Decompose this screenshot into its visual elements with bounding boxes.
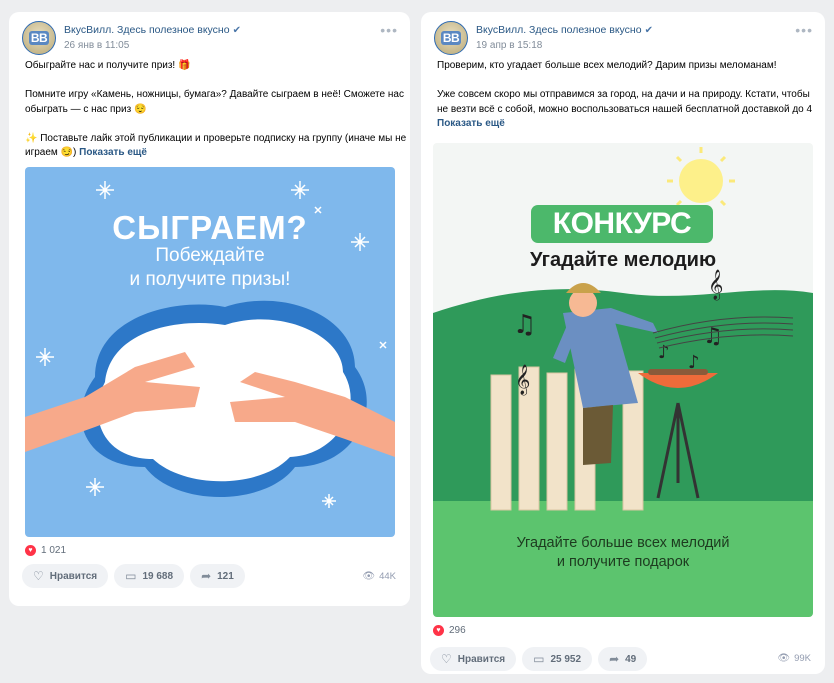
image-title: Угадайте мелодию [529,249,717,271]
text-line: Проверим, кто угадает больше всех мелоди… [437,60,777,71]
likes-summary[interactable]: ♥ 1 021 [25,545,66,556]
text-line: ✨ Поставьте лайк этой публикации и прове… [25,132,407,144]
image-headline: СЫГРАЕМ? [112,209,308,246]
game-illustration: СЫГРАЕМ? Побеждайте и получите призы! [25,167,395,537]
like-label: Нравится [49,570,98,582]
post-header: ВВ ВкусВилл. Здесь полезное вкусно ✔ 26 я… [22,21,398,57]
post-text: Проверим, кто угадает больше всех мелоди… [437,59,812,132]
avatar-logo-text: ВВ [28,31,50,45]
views-count: 44K [379,571,396,582]
comment-button[interactable]: ▭ 25 952 [522,647,593,671]
post-text: Обыграйте нас и получите приз! 🎁 Помните… [25,59,406,161]
share-icon: ➦ [609,652,620,666]
post-card-2: ВВ ВкусВилл. Здесь полезное вкусно ✔ 19 а… [421,12,825,674]
comment-icon: ▭ [125,569,137,583]
comment-icon: ▭ [533,652,545,666]
share-icon: ➦ [201,569,212,583]
text-line: Уже совсем скоро мы отправимся за город,… [437,89,810,100]
likes-summary[interactable]: ♥ 296 [433,625,466,636]
text-line: не везти всё с собой, можно воспользоват… [437,103,813,115]
group-name-link[interactable]: ВкусВилл. Здесь полезное вкусно ✔ [64,24,241,36]
post-image-1[interactable]: СЫГРАЕМ? Побеждайте и получите призы! [25,167,395,537]
post-image-2[interactable]: ♫ 𝄞 𝄞 ♫ ♪ ♪ КОНКУРС Угадайте мелодию Уга… [433,143,813,617]
show-more-link[interactable]: Показать ещё [79,147,147,158]
svg-text:♪: ♪ [658,342,670,363]
svg-text:𝄞: 𝄞 [515,364,530,396]
eye-icon: 👁 [777,653,791,664]
likes-count: 1 021 [41,545,67,556]
like-button[interactable]: ♡ Нравится [22,564,109,588]
text-blank [437,74,812,89]
verified-icon: ✔ [232,25,241,36]
group-name[interactable]: ВкусВилл. Здесь полезное вкусно [64,24,230,36]
comment-button[interactable]: ▭ 19 688 [114,564,185,588]
text-line-end: играем 😏) [25,147,77,158]
views-counter: 👁 44K [362,571,396,582]
heart-icon: ♥ [433,625,444,636]
post-card-1: ВВ ВкусВилл. Здесь полезное вкусно ✔ 26 я… [9,12,410,606]
share-count: 49 [625,653,637,665]
share-button[interactable]: ➦ 49 [598,647,648,671]
text-line: играем 😏) Показать ещё [25,146,406,161]
more-icon[interactable]: ••• [380,23,398,37]
share-count: 121 [217,570,234,582]
eye-icon: 👁 [362,571,376,582]
post-date[interactable]: 26 янв в 11:05 [64,40,129,51]
heart-outline-icon: ♡ [441,652,452,666]
more-icon[interactable]: ••• [795,23,813,37]
verified-icon: ✔ [644,25,653,36]
likes-count: 296 [449,625,466,636]
like-button[interactable]: ♡ Нравится [430,647,517,671]
image-subtitle-1: Побеждайте [155,245,265,266]
text-line: Показать ещё [437,117,812,132]
contest-badge: КОНКУРС [531,205,713,243]
views-count: 99K [794,653,811,664]
views-counter: 👁 99K [777,653,811,664]
post-actions: ♡ Нравится ▭ 25 952 ➦ 49 [430,647,648,671]
share-button[interactable]: ➦ 121 [190,564,245,588]
text-line: Помните игру «Камень, ножницы, бумага»? … [25,89,404,100]
post-date[interactable]: 19 апр в 15:18 [476,40,542,51]
contest-illustration: ♫ 𝄞 𝄞 ♫ ♪ ♪ КОНКУРС Угадайте мелодию Уга… [433,143,813,617]
image-bottom-1: Угадайте больше всех мелодий [516,535,730,551]
post-actions: ♡ Нравится ▭ 19 688 ➦ 121 [22,564,245,588]
image-subtitle-2: и получите призы! [129,269,291,290]
heart-outline-icon: ♡ [33,569,44,583]
group-avatar[interactable]: ВВ [22,21,56,55]
text-line: обыграть — с нас приз 😌 [25,103,147,115]
show-more-link[interactable]: Показать ещё [437,118,505,129]
comment-count: 25 952 [550,653,582,665]
group-avatar[interactable]: ВВ [434,21,468,55]
svg-text:𝄞: 𝄞 [708,269,723,301]
heart-icon: ♥ [25,545,36,556]
avatar-logo-text: ВВ [440,31,462,45]
group-name-link[interactable]: ВкусВилл. Здесь полезное вкусно ✔ [476,24,653,36]
text-blank [25,117,406,132]
svg-text:♪: ♪ [688,352,700,373]
svg-text:♫: ♫ [513,310,536,340]
comment-count: 19 688 [142,570,174,582]
like-label: Нравится [457,653,506,665]
text-blank [25,74,406,89]
text-line: Обыграйте нас и получите приз! 🎁 [25,60,191,71]
post-header: ВВ ВкусВилл. Здесь полезное вкусно ✔ 19 а… [434,21,813,57]
group-name[interactable]: ВкусВилл. Здесь полезное вкусно [476,24,642,36]
image-bottom-2: и получите подарок [556,554,690,570]
